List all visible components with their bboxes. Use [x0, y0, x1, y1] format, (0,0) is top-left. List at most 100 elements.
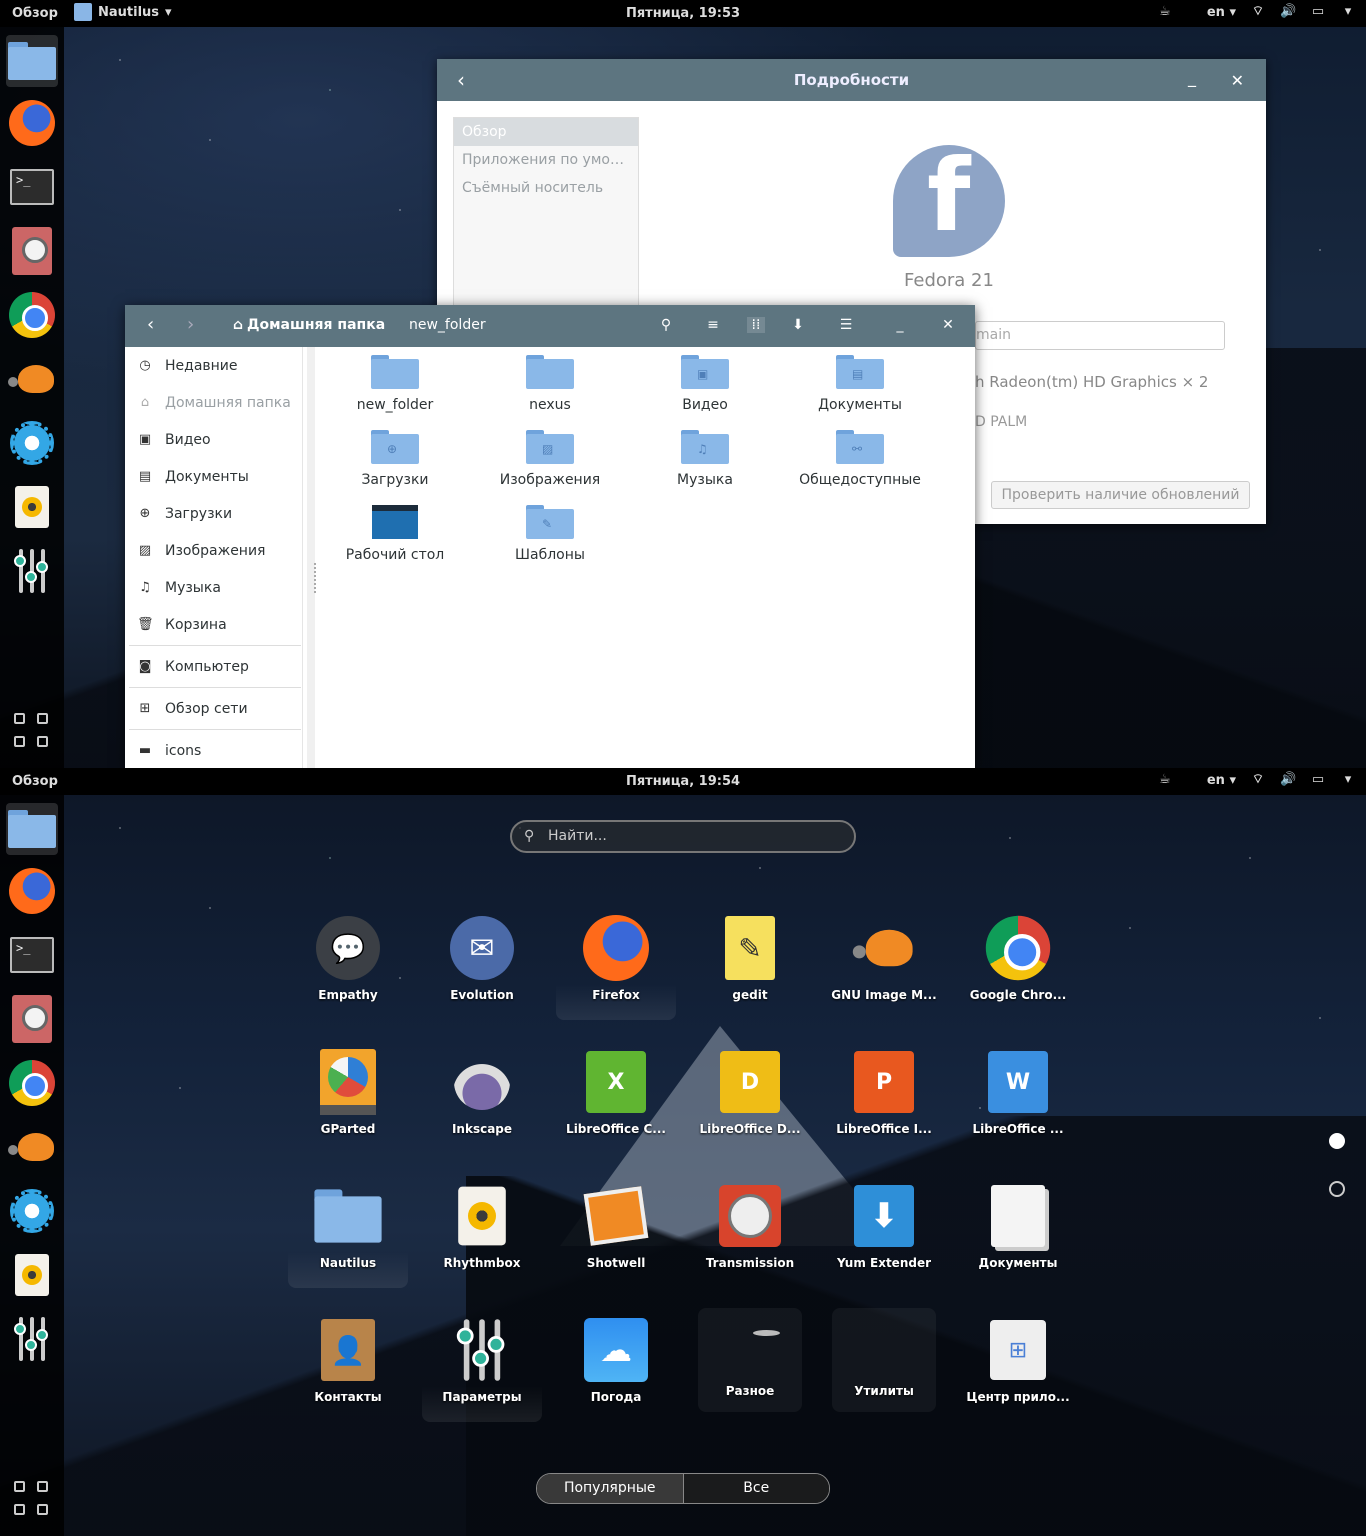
show-applications-button[interactable]	[12, 1479, 52, 1519]
app-libreoffice-draw[interactable]: D LibreOffice D...	[690, 1034, 810, 1154]
details-tab-removable-media[interactable]: Съёмный носитель	[454, 174, 638, 202]
dash-firefox[interactable]	[6, 97, 58, 149]
app-folder-misc[interactable]: Разное	[698, 1308, 802, 1412]
app-transmission[interactable]: Transmission	[690, 1168, 810, 1288]
app-libreoffice-writer[interactable]: W LibreOffice ...	[958, 1034, 1078, 1154]
pane-resize-handle[interactable]	[314, 563, 318, 593]
dash-firefox[interactable]	[6, 865, 58, 917]
app-gimp[interactable]: GNU Image M...	[824, 900, 944, 1020]
frequent-apps-button[interactable]: Популярные	[537, 1474, 684, 1503]
minimize-button[interactable]: _	[1188, 68, 1196, 87]
dash-chrome[interactable]	[6, 289, 58, 341]
back-button[interactable]: ‹	[147, 316, 154, 334]
chevron-down-icon[interactable]: ▾	[1340, 772, 1356, 788]
grid-view-icon[interactable]: ⁞⁞	[747, 317, 765, 333]
app-gedit[interactable]: ✎ gedit	[690, 900, 810, 1020]
menu-icon[interactable]: ☰	[837, 317, 855, 333]
app-libreoffice-calc[interactable]: X LibreOffice C...	[556, 1034, 676, 1154]
all-apps-button[interactable]: Все	[683, 1474, 829, 1503]
app-yum-extender[interactable]: ⬇ Yum Extender	[824, 1168, 944, 1288]
file-item[interactable]: ⚯ Общедоступные	[785, 430, 935, 488]
app-rhythmbox[interactable]: Rhythmbox	[422, 1168, 542, 1288]
dash-mixer[interactable]	[6, 1313, 58, 1365]
dash-nautilus[interactable]	[6, 803, 58, 855]
battery-icon[interactable]: ▭	[1310, 4, 1326, 20]
download-arrow-icon[interactable]: ⬇	[789, 317, 807, 333]
wifi-icon[interactable]: ⌔	[1250, 4, 1266, 20]
sidebar-item-recent[interactable]: ◷ Недавние	[125, 347, 302, 384]
device-name-field[interactable]: main	[975, 321, 1225, 350]
dash-evince[interactable]	[6, 225, 58, 277]
list-view-icon[interactable]: ≡	[704, 317, 722, 333]
sidebar-item-home[interactable]: ⌂ Домашняя папка	[125, 384, 302, 421]
file-item[interactable]: ⊕ Загрузки	[320, 430, 470, 488]
sidebar-scrollbar[interactable]	[307, 347, 315, 768]
dash-settings[interactable]	[6, 1185, 58, 1237]
close-button[interactable]: ✕	[939, 317, 957, 333]
app-settings[interactable]: Параметры	[422, 1302, 542, 1422]
app-gparted[interactable]: GParted	[288, 1034, 408, 1154]
file-item[interactable]: new_folder	[320, 355, 470, 413]
app-shotwell[interactable]: Shotwell	[556, 1168, 676, 1288]
app-folder-utilities[interactable]: Утилиты	[832, 1308, 936, 1412]
sidebar-item-music[interactable]: ♫ Музыка	[125, 569, 302, 606]
sidebar-item-network[interactable]: ⊞ Обзор сети	[125, 690, 302, 727]
sidebar-item-downloads[interactable]: ⊕ Загрузки	[125, 495, 302, 532]
volume-icon[interactable]: 🔊	[1280, 772, 1296, 788]
file-item[interactable]: ▣ Видео	[630, 355, 780, 413]
wifi-icon[interactable]: ⌔	[1250, 772, 1266, 788]
app-evolution[interactable]: ✉ Evolution	[422, 900, 542, 1020]
file-item[interactable]: Рабочий стол	[320, 505, 470, 563]
app-inkscape[interactable]: Inkscape	[422, 1034, 542, 1154]
search-input[interactable]: ⚲ Найти...	[510, 820, 856, 853]
close-button[interactable]: ✕	[1231, 71, 1244, 90]
dash-settings[interactable]	[6, 417, 58, 469]
breadcrumb-home[interactable]: ⌂ Домашняя папка	[233, 317, 385, 333]
dash-terminal[interactable]: >_	[6, 929, 58, 981]
file-item[interactable]: ▤ Документы	[785, 355, 935, 413]
keyboard-layout[interactable]: en ▾	[1207, 773, 1236, 788]
dash-mixer[interactable]	[6, 545, 58, 597]
app-chrome[interactable]: Google Chro...	[958, 900, 1078, 1020]
check-updates-button[interactable]: Проверить наличие обновлений	[991, 481, 1250, 509]
sidebar-item-trash[interactable]: 🗑 Корзина	[125, 606, 302, 643]
file-item[interactable]: nexus	[475, 355, 625, 413]
breadcrumb-current[interactable]: new_folder	[409, 317, 486, 333]
sidebar-item-videos[interactable]: ▣ Видео	[125, 421, 302, 458]
dash-chrome[interactable]	[6, 1057, 58, 1109]
dash-rhythmbox[interactable]	[6, 481, 58, 533]
sidebar-item-icons[interactable]: ▬ icons	[125, 732, 302, 768]
app-empathy[interactable]: 💬 Empathy	[288, 900, 408, 1020]
file-item[interactable]: ✎ Шаблоны	[475, 505, 625, 563]
sidebar-item-pictures[interactable]: ▨ Изображения	[125, 532, 302, 569]
search-icon[interactable]: ⚲	[657, 317, 675, 333]
system-tray[interactable]: ☕ en ▾ ⌔ 🔊 ▭ ▾	[1157, 4, 1356, 20]
dash-gimp[interactable]	[6, 353, 58, 405]
dash-rhythmbox[interactable]	[6, 1249, 58, 1301]
sidebar-item-documents[interactable]: ▤ Документы	[125, 458, 302, 495]
file-item[interactable]: ♫ Музыка	[630, 430, 780, 488]
coffee-icon[interactable]: ☕	[1157, 772, 1173, 788]
chevron-down-icon[interactable]: ▾	[1340, 4, 1356, 20]
show-applications-button[interactable]	[12, 711, 52, 751]
page-indicator-1[interactable]	[1329, 1133, 1345, 1149]
app-contacts[interactable]: 👤 Контакты	[288, 1302, 408, 1422]
details-tab-default-apps[interactable]: Приложения по умолчанию	[454, 146, 638, 174]
app-software-center[interactable]: ⊞ Центр прило...	[958, 1302, 1078, 1422]
sidebar-item-computer[interactable]: ◙ Компьютер	[125, 648, 302, 685]
forward-button[interactable]: ›	[187, 316, 194, 334]
details-tab-overview[interactable]: Обзор	[454, 118, 638, 146]
volume-icon[interactable]: 🔊	[1280, 4, 1296, 20]
app-weather[interactable]: ☁ Погода	[556, 1302, 676, 1422]
app-documents[interactable]: Документы	[958, 1168, 1078, 1288]
app-firefox[interactable]: Firefox	[556, 900, 676, 1020]
dash-gimp[interactable]	[6, 1121, 58, 1173]
dash-nautilus[interactable]	[6, 35, 58, 87]
app-libreoffice-impress[interactable]: P LibreOffice I...	[824, 1034, 944, 1154]
coffee-icon[interactable]: ☕	[1157, 4, 1173, 20]
keyboard-layout[interactable]: en ▾	[1207, 5, 1236, 20]
minimize-button[interactable]: _	[891, 317, 909, 333]
page-indicator-2[interactable]	[1329, 1181, 1345, 1197]
dash-evince[interactable]	[6, 993, 58, 1045]
file-item[interactable]: ▨ Изображения	[475, 430, 625, 488]
